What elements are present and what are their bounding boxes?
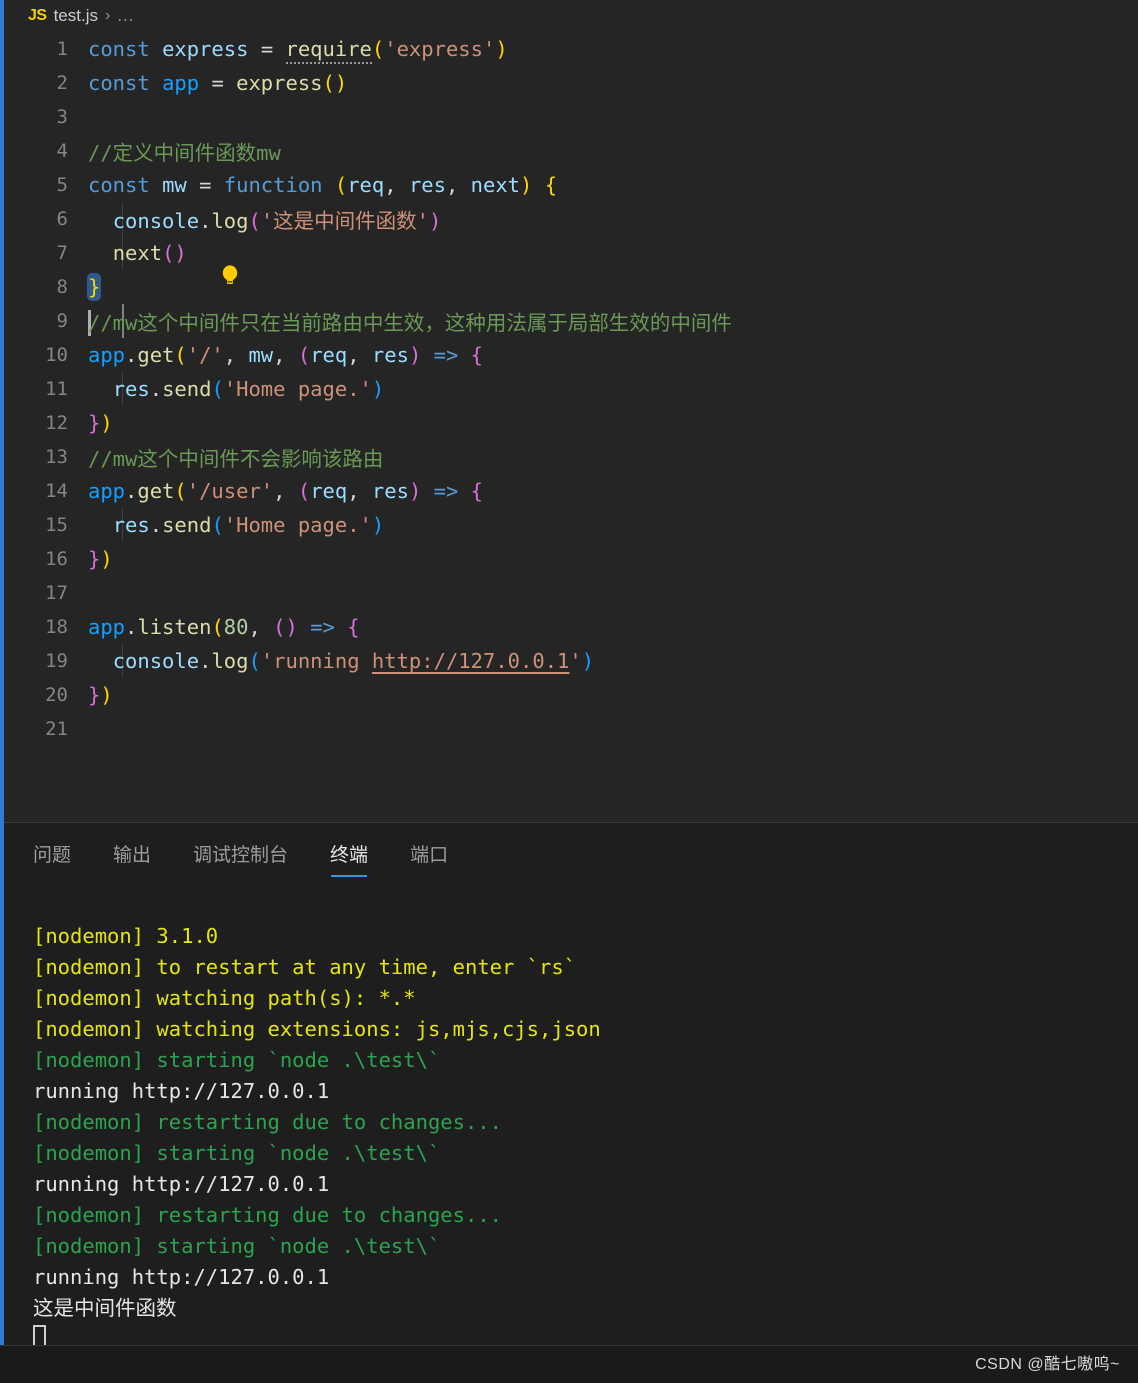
url-link[interactable]: http://127.0.0.1 [372,649,569,673]
code-content[interactable]: res.send('Home page.') [88,513,385,537]
terminal-line: 这是中间件函数 [33,1296,177,1320]
code-comment[interactable]: //mw这个中间件不会影响该路由 [88,442,383,472]
terminal-line: running http://127.0.0.1 [33,1172,330,1196]
breadcrumb-ellipsis[interactable]: ... [117,6,134,26]
terminal-line: running http://127.0.0.1 [33,1265,330,1289]
code-content[interactable]: }) [88,411,113,435]
tab-output[interactable]: 输出 [113,832,151,877]
code-line: 6 console.log('这是中间件函数') [0,202,1138,236]
line-number: 20 [45,684,68,706]
code-content[interactable]: app.get('/', mw, (req, res) => { [88,343,483,367]
csdn-watermark: CSDN @酷七嗷呜~ [975,1356,1120,1373]
chevron-right-icon: › [104,7,111,24]
line-number: 16 [45,548,68,570]
lightbulb-icon[interactable] [122,240,237,284]
line-number: 14 [45,480,68,502]
line-number: 19 [45,650,68,672]
line-number: 11 [45,378,68,400]
vscode-window: JS test.js › ... 1 const express = requi… [0,0,1138,1383]
code-content[interactable]: const app = express() [88,71,347,95]
terminal-line: [nodemon] to restart at any time, enter … [33,955,577,979]
bottom-panel: 问题 输出 调试控制台 终端 端口 [nodemon] 3.1.0 [nodem… [0,822,1138,1383]
terminal-line: [nodemon] watching path(s): *.* [33,986,416,1010]
code-content[interactable]: }) [88,683,113,707]
line-number: 2 [56,72,68,94]
code-line: 3 [0,100,1138,134]
code-content[interactable]: app.listen(80, () => { [88,615,360,639]
line-number: 12 [45,412,68,434]
code-line: 20 }) [0,678,1138,712]
terminal-line: [nodemon] watching extensions: js,mjs,cj… [33,1017,601,1041]
code-line: 11 res.send('Home page.') [0,372,1138,406]
terminal-line: running http://127.0.0.1 [33,1079,330,1103]
line-number: 18 [45,616,68,638]
code-line: 21 [0,712,1138,746]
terminal-line: [nodemon] restarting due to changes... [33,1203,502,1227]
code-line: 19 console.log('running http://127.0.0.1… [0,644,1138,678]
code-content[interactable]: }) [88,547,113,571]
code-line: 7 next() [0,236,1138,284]
code-line: 13 //mw这个中间件不会影响该路由 [0,440,1138,474]
code-line: 1 const express = require('express') [0,32,1138,66]
line-number: 21 [45,718,68,740]
line-number: 9 [56,310,68,332]
terminal-output[interactable]: [nodemon] 3.1.0 [nodemon] to restart at … [0,885,1138,1383]
line-number: 13 [45,446,68,468]
code-line: 12 }) [0,406,1138,440]
bottom-strip [0,1345,1138,1383]
breadcrumb-file-name[interactable]: test.js [54,6,98,26]
code-comment[interactable]: //定义中间件函数mw [88,136,281,166]
tab-ports[interactable]: 端口 [410,832,448,877]
code-content[interactable]: app.get('/user', (req, res) => { [88,479,483,503]
terminal-line: [nodemon] restarting due to changes... [33,1110,502,1134]
breadcrumb[interactable]: JS test.js › ... [0,0,1138,32]
code-line: 16 }) [0,542,1138,576]
code-line: 4 //定义中间件函数mw [0,134,1138,168]
line-number: 15 [45,514,68,536]
line-number: 10 [45,344,68,366]
line-number: 1 [56,38,68,60]
code-content[interactable]: } [87,273,102,301]
code-line: 18 app.listen(80, () => { [0,610,1138,644]
tab-debug-console[interactable]: 调试控制台 [193,832,288,877]
code-content[interactable]: res.send('Home page.') [88,377,385,401]
line-number: 8 [56,276,68,298]
editor-focus-border [0,0,4,1345]
js-file-icon: JS [28,7,47,24]
code-content[interactable]: const express = require('express') [88,37,508,64]
code-content[interactable]: console.log('running http://127.0.0.1') [88,649,594,673]
selected-bracket: } [87,273,102,301]
terminal-line: [nodemon] starting `node .\test\` [33,1048,441,1072]
tab-terminal[interactable]: 终端 [330,832,368,877]
code-line: 17 [0,576,1138,610]
code-line: 2 const app = express() [0,66,1138,100]
terminal-line: [nodemon] starting `node .\test\` [33,1234,441,1258]
line-number: 5 [56,174,68,196]
terminal-line: [nodemon] starting `node .\test\` [33,1141,441,1165]
line-number: 17 [45,582,68,604]
code-editor[interactable]: 1 const express = require('express') 2 c… [0,32,1138,822]
terminal-line: [nodemon] 3.1.0 [33,924,219,948]
code-line: 5 const mw = function (req, res, next) { [0,168,1138,202]
panel-tab-bar: 问题 输出 调试控制台 终端 端口 [0,823,1138,885]
code-line: 15 res.send('Home page.') [0,508,1138,542]
code-line: 10 app.get('/', mw, (req, res) => { [0,338,1138,372]
line-number: 3 [56,106,68,128]
line-number: 4 [56,140,68,162]
code-content[interactable]: console.log('这是中间件函数') [88,204,442,234]
tab-problems[interactable]: 问题 [33,832,71,877]
line-number: 7 [56,242,68,264]
code-content[interactable]: const mw = function (req, res, next) { [88,173,557,197]
line-number: 6 [56,208,68,230]
code-line: 14 app.get('/user', (req, res) => { [0,474,1138,508]
